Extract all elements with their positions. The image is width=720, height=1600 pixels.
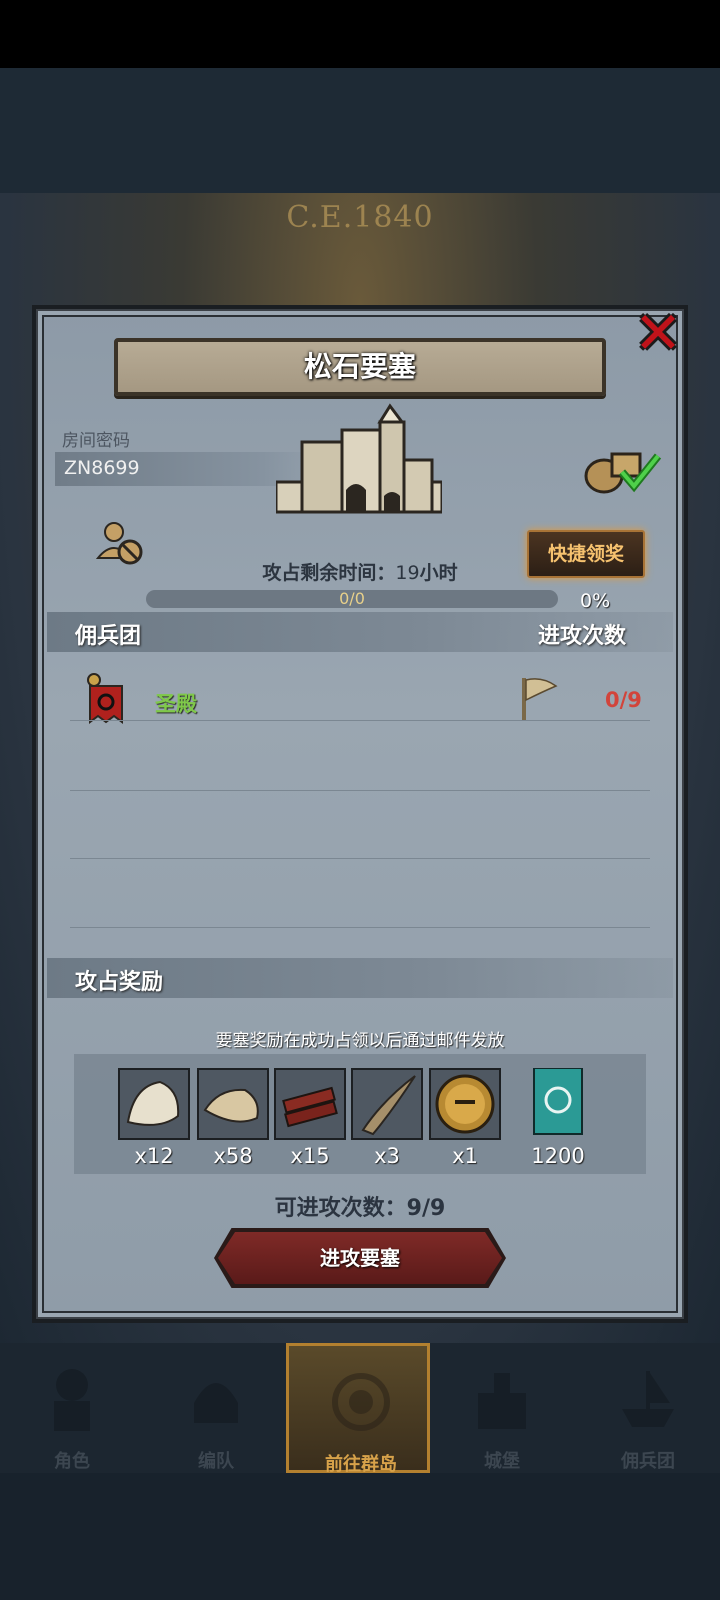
time-label: 攻占剩余时间： bbox=[262, 562, 396, 584]
nav-label: 角色 bbox=[54, 1451, 90, 1472]
row-divider bbox=[70, 858, 650, 859]
background-top bbox=[0, 68, 720, 193]
leather-icon bbox=[197, 1068, 269, 1140]
remaining-time: 攻占剩余时间：19小时 bbox=[0, 558, 720, 585]
mercenary-section-title: 佣兵团 bbox=[75, 624, 142, 649]
row-divider bbox=[70, 790, 650, 791]
guild-name[interactable]: 圣殿 bbox=[155, 688, 197, 718]
progress-percent: 0% bbox=[580, 590, 611, 612]
row-divider bbox=[70, 927, 650, 928]
helmet-icon bbox=[194, 1383, 238, 1423]
reward-qty: x12 bbox=[134, 1144, 174, 1168]
attack-fortress-button[interactable]: 进攻要塞 bbox=[218, 1232, 502, 1284]
ship-icon bbox=[622, 1371, 674, 1427]
reward-qty: 1200 bbox=[531, 1144, 585, 1168]
attempts-remaining: 可进攻次数：9/9 bbox=[274, 1196, 446, 1221]
reward-item[interactable]: x58 bbox=[197, 1068, 269, 1168]
castle-icon bbox=[478, 1373, 526, 1429]
reward-section-title: 攻占奖励 bbox=[75, 970, 164, 995]
nav-item-formation[interactable]: 编队 bbox=[144, 1343, 288, 1473]
reward-qty: x58 bbox=[213, 1144, 253, 1168]
nav-item-role[interactable]: 角色 bbox=[0, 1343, 144, 1473]
compass-icon bbox=[332, 1373, 390, 1431]
status-bar bbox=[0, 0, 720, 68]
reward-qty: x1 bbox=[452, 1144, 478, 1168]
room-password-label: 房间密码 bbox=[62, 431, 130, 451]
attack-count-header: 进攻次数 bbox=[538, 624, 627, 649]
close-button[interactable]: ✕ bbox=[628, 304, 688, 365]
era-label: C.E.1840 bbox=[286, 200, 434, 235]
reward-item[interactable]: x1 bbox=[429, 1068, 501, 1168]
room-code: ZN8699 bbox=[64, 457, 140, 479]
reward-item[interactable]: x15 bbox=[274, 1068, 346, 1168]
nav-item-mercenary[interactable]: 佣兵团 bbox=[576, 1343, 720, 1473]
nav-item-islands[interactable]: 前往群岛 bbox=[286, 1343, 430, 1475]
nav-label: 前往群岛 bbox=[325, 1454, 397, 1475]
row-divider bbox=[70, 720, 650, 721]
nav-label: 佣兵团 bbox=[621, 1451, 675, 1472]
reward-item[interactable]: x3 bbox=[351, 1068, 423, 1168]
loot-claimed-icon[interactable] bbox=[582, 444, 662, 494]
fortress-icon bbox=[276, 403, 442, 514]
fur-icon bbox=[118, 1068, 190, 1140]
attack-count: 0/9 bbox=[605, 688, 642, 712]
flag-icon bbox=[522, 678, 558, 720]
knight-icon bbox=[54, 1369, 90, 1431]
reward-item[interactable]: x12 bbox=[118, 1068, 190, 1168]
guild-banner-icon bbox=[87, 673, 123, 724]
guild-banner-icon bbox=[522, 1067, 594, 1140]
nav-label: 城堡 bbox=[484, 1451, 520, 1472]
time-unit: 小时 bbox=[419, 562, 458, 584]
nav-label: 编队 bbox=[198, 1451, 234, 1472]
progress-text: 0/0 bbox=[339, 590, 365, 608]
reward-qty: x3 bbox=[374, 1144, 400, 1168]
nav-item-castle[interactable]: 城堡 bbox=[430, 1343, 574, 1473]
wood-planks-icon bbox=[274, 1068, 346, 1140]
knight-helmet-coin-icon bbox=[429, 1068, 501, 1140]
reward-note: 要塞奖励在成功占领以后通过邮件发放 bbox=[215, 1031, 505, 1051]
dialog-title: 松石要塞 bbox=[114, 338, 606, 396]
reward-qty: x15 bbox=[290, 1144, 330, 1168]
time-value: 19 bbox=[395, 562, 420, 584]
capture-progress-bar: 0/0 bbox=[146, 590, 558, 608]
horn-icon bbox=[351, 1068, 423, 1140]
reward-item[interactable]: 1200 bbox=[522, 1067, 594, 1168]
